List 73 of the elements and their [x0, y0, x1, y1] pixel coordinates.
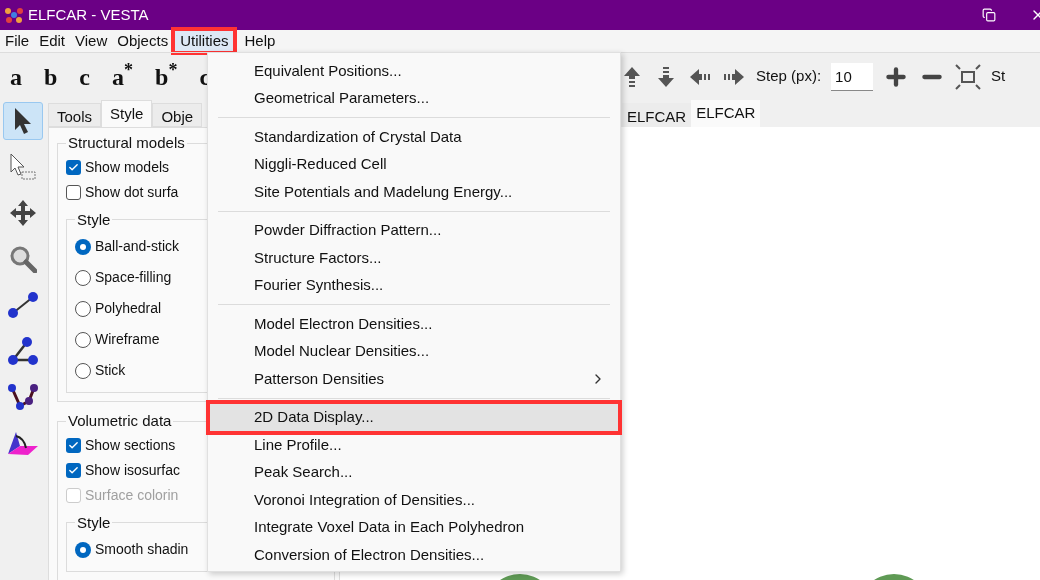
checkbox[interactable] — [66, 184, 81, 200]
group-title: Structural models — [67, 133, 186, 153]
group-title: Style — [76, 209, 112, 230]
radio-button[interactable] — [75, 331, 91, 348]
menu-item[interactable]: Fourier Synthesis... — [212, 271, 616, 299]
menu-item[interactable]: Patterson Densities — [212, 365, 616, 393]
radio-label: Space-filling — [95, 268, 172, 287]
bond-angle-icon — [6, 336, 39, 366]
radio-label: Wireframe — [95, 330, 160, 349]
checkbox[interactable] — [66, 462, 81, 478]
checkbox[interactable] — [66, 437, 81, 453]
group-title: Style — [76, 512, 112, 533]
checkbox-label: Show dot surfa — [85, 182, 179, 202]
menu-item[interactable]: Site Potentials and Madelung Energy... — [212, 178, 616, 206]
menu-item[interactable]: Geometrical Parameters... — [212, 84, 616, 112]
app-logo-icon — [4, 6, 24, 24]
cursor-selection-icon — [7, 152, 38, 182]
tool-button[interactable] — [2, 102, 43, 140]
axis-view-button[interactable]: a$^{*}$ — [112, 58, 133, 95]
menu-item[interactable]: Structure Factors... — [212, 244, 616, 272]
panel-tab[interactable]: Tools — [48, 103, 102, 127]
menu-item[interactable]: Integrate Voxel Data in Each Polyhedron — [212, 513, 616, 541]
window-title: ELFCAR - VESTA — [28, 4, 149, 25]
menu-item[interactable]: Edit — [34, 31, 71, 51]
menu-item[interactable]: Powder Diffraction Pattern... — [212, 216, 616, 244]
menu-item[interactable]: Equivalent Positions... — [212, 57, 616, 85]
radio-button[interactable] — [75, 238, 91, 255]
view-tab[interactable]: ELFCAR — [691, 100, 761, 127]
axis-view-button[interactable]: b — [44, 58, 58, 95]
atom-distance-icon — [6, 291, 39, 319]
fit-view-icon[interactable] — [955, 63, 982, 90]
radio-label: Polyhedral — [95, 299, 162, 318]
view-tab[interactable]: ELFCAR — [622, 103, 692, 127]
radio-label: Ball-and-stick — [95, 237, 180, 256]
toolbar-label: St — [991, 66, 1006, 87]
search-icon — [8, 245, 37, 273]
checkbox[interactable] — [66, 159, 81, 175]
axis-view-button[interactable]: b$^{*}$ — [155, 58, 178, 95]
check-icon — [68, 464, 79, 476]
panel-tab[interactable]: Obje — [152, 103, 203, 127]
radio-label: Smooth shadin — [95, 540, 189, 559]
panel-tab[interactable]: Style — [101, 100, 153, 127]
step-input[interactable]: 10 — [831, 62, 874, 91]
check-icon — [68, 161, 79, 173]
menu-item[interactable]: Objects — [112, 31, 174, 51]
step-label: Step (px): — [756, 66, 822, 87]
radio-button[interactable] — [75, 300, 91, 317]
move-arrows-icon — [8, 199, 37, 227]
menu-item[interactable]: Standardization of Crystal Data — [212, 123, 616, 151]
radio-label: Stick — [95, 361, 126, 380]
radio-button[interactable] — [75, 362, 91, 379]
dihedral-angle-icon — [6, 382, 39, 412]
axis-view-button[interactable]: a — [10, 58, 22, 95]
menu-item[interactable]: Model Nuclear Densities... — [212, 337, 616, 365]
checkbox-label: Show models — [85, 157, 170, 177]
checkbox-label: Surface colorin — [85, 485, 179, 505]
menu-item[interactable]: Voronoi Integration of Densities... — [212, 486, 616, 514]
menu-item[interactable]: Niggli-Reduced Cell — [212, 150, 616, 178]
axis-view-button[interactable]: c — [79, 58, 90, 95]
menu-item[interactable]: Line Profile... — [212, 431, 616, 459]
check-icon — [68, 439, 79, 451]
menu-item[interactable]: Model Electron Densities... — [212, 310, 616, 338]
radio-button[interactable] — [75, 541, 91, 558]
menu-item[interactable]: File — [0, 31, 35, 51]
menu-item[interactable]: Help — [239, 31, 281, 51]
restore-icon[interactable] — [982, 8, 996, 22]
menu-item[interactable]: Peak Search... — [212, 458, 616, 486]
radio-button[interactable] — [75, 269, 91, 286]
menu-item[interactable]: View — [70, 31, 113, 51]
group-title: Volumetric data — [67, 411, 173, 431]
menu-item[interactable]: Conversion of Electron Densities... — [212, 541, 616, 569]
checkbox-label: Show isosurfac — [85, 460, 180, 480]
checkbox-label: Show sections — [85, 435, 176, 455]
